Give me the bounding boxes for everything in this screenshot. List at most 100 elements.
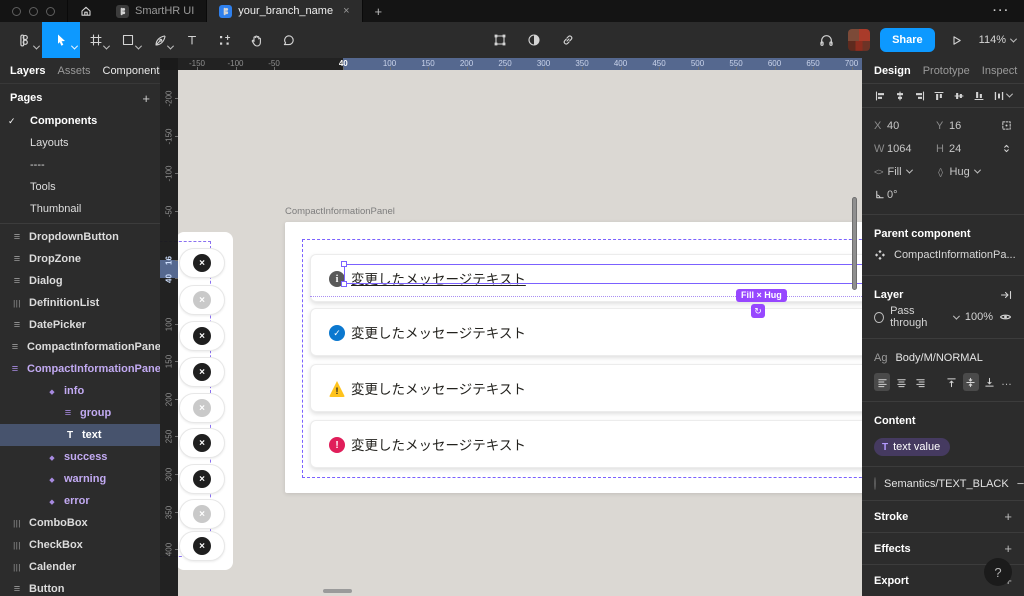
- maximize-window-button[interactable]: [46, 7, 55, 16]
- rotation-input[interactable]: 0°: [887, 189, 936, 201]
- autolayout-toggle[interactable]: ↻: [751, 304, 765, 318]
- present-button[interactable]: [945, 28, 969, 52]
- frame-tool-button[interactable]: [80, 22, 112, 58]
- blend-mode-dropdown[interactable]: Pass through: [890, 305, 948, 329]
- message-text[interactable]: 変更したメッセージテキスト: [351, 322, 526, 342]
- layer-row[interactable]: CompactInformationPanel: [0, 336, 160, 358]
- pen-tool-button[interactable]: [144, 22, 176, 58]
- canvas-vertical-scrollbar[interactable]: [852, 197, 857, 290]
- type-settings-button[interactable]: …: [1001, 376, 1012, 388]
- layer-row[interactable]: Calender: [0, 556, 160, 578]
- layer-row[interactable]: warning: [0, 468, 160, 490]
- tab-prototype[interactable]: Prototype: [923, 65, 970, 77]
- create-link-button[interactable]: [556, 28, 580, 52]
- comment-tool-button[interactable]: [272, 22, 304, 58]
- message-card[interactable]: 変更したメッセージテキスト: [310, 420, 862, 468]
- close-window-button[interactable]: [12, 7, 21, 16]
- message-card[interactable]: 変更したメッセージテキスト: [310, 364, 862, 412]
- tab-assets[interactable]: Assets: [57, 65, 90, 77]
- layer-row[interactable]: CompactInformationPanel: [0, 358, 160, 380]
- layer-row[interactable]: DropZone: [0, 248, 160, 270]
- align-horizontal-center-button[interactable]: [894, 90, 906, 102]
- text-value-chip[interactable]: T text value: [874, 438, 950, 456]
- layer-row[interactable]: ComboBox: [0, 512, 160, 534]
- layer-row[interactable]: DropdownButton: [0, 226, 160, 248]
- zoom-menu[interactable]: 114%: [979, 34, 1016, 46]
- text-valign-middle-button[interactable]: [963, 373, 979, 391]
- align-right-button[interactable]: [914, 90, 926, 102]
- absolute-position-toggle[interactable]: [1001, 120, 1012, 131]
- message-card[interactable]: 変更したメッセージテキスト: [310, 308, 862, 356]
- align-left-button[interactable]: [874, 90, 886, 102]
- tab-inspect[interactable]: Inspect: [982, 65, 1017, 77]
- move-tool-button[interactable]: [42, 22, 80, 58]
- layer-row[interactable]: DatePicker: [0, 314, 160, 336]
- add-icon[interactable]: +: [1004, 509, 1012, 524]
- page-item[interactable]: ✓ Tools: [0, 176, 160, 198]
- layer-row[interactable]: info: [0, 380, 160, 402]
- user-avatar[interactable]: [848, 29, 870, 51]
- edit-object-button[interactable]: [488, 28, 512, 52]
- text-tool-button[interactable]: [176, 22, 208, 58]
- layer-row[interactable]: error: [0, 490, 160, 512]
- page-item[interactable]: ✓ Components: [0, 110, 160, 132]
- height-input[interactable]: 24: [949, 143, 998, 155]
- resources-tool-button[interactable]: [208, 22, 240, 58]
- parent-component-row[interactable]: CompactInformationPa...: [874, 243, 1012, 267]
- text-align-right-button[interactable]: [912, 373, 928, 391]
- text-valign-top-button[interactable]: [944, 373, 960, 391]
- file-tab[interactable]: SmartHR UI ×: [104, 0, 207, 22]
- share-button[interactable]: Share: [880, 28, 935, 52]
- new-tab-button[interactable]: +: [363, 0, 395, 22]
- text-align-center-button[interactable]: [893, 373, 909, 391]
- remove-fill-button[interactable]: −: [1017, 476, 1024, 491]
- width-input[interactable]: 1064: [887, 143, 936, 155]
- text-style-row[interactable]: Ag Body/M/NORMAL: [874, 347, 1012, 369]
- layer-row[interactable]: success: [0, 446, 160, 468]
- layer-row[interactable]: Button: [0, 578, 160, 596]
- horizontal-resizing-dropdown[interactable]: <> Fill: [874, 166, 936, 178]
- shape-tool-button[interactable]: [112, 22, 144, 58]
- message-text[interactable]: 変更したメッセージテキスト: [351, 378, 526, 398]
- selection-handle[interactable]: [341, 281, 347, 287]
- opacity-input[interactable]: 100%: [965, 311, 993, 323]
- distribute-button[interactable]: [993, 90, 1012, 102]
- tab-design[interactable]: Design: [874, 65, 911, 77]
- page-dropdown[interactable]: Components: [103, 65, 161, 77]
- text-valign-bottom-button[interactable]: [982, 373, 998, 391]
- help-button[interactable]: ?: [984, 558, 1012, 586]
- add-icon[interactable]: +: [1004, 541, 1012, 556]
- jump-to-layer-button[interactable]: [1000, 289, 1012, 301]
- vertical-resizing-dropdown[interactable]: <> Hug: [936, 166, 998, 178]
- main-menu-button[interactable]: [4, 22, 42, 58]
- message-text[interactable]: 変更したメッセージテキスト: [351, 434, 526, 454]
- color-swatch[interactable]: [874, 477, 876, 490]
- page-item[interactable]: ✓ Thumbnail: [0, 198, 160, 220]
- align-bottom-button[interactable]: [973, 90, 985, 102]
- layer-row[interactable]: CheckBox: [0, 534, 160, 556]
- tab-layers[interactable]: Layers: [10, 65, 45, 77]
- hand-tool-button[interactable]: [240, 22, 272, 58]
- constrain-proportions-toggle[interactable]: [1001, 143, 1012, 154]
- audio-call-button[interactable]: [814, 28, 838, 52]
- canvas-horizontal-scrollbar[interactable]: [323, 589, 352, 593]
- fill-style-row[interactable]: Semantics/TEXT_BLACK −: [862, 467, 1024, 501]
- layer-row[interactable]: group: [0, 402, 160, 424]
- selection-handle[interactable]: [341, 261, 347, 267]
- add-page-button[interactable]: +: [142, 91, 150, 106]
- align-top-button[interactable]: [933, 90, 945, 102]
- layer-row[interactable]: text: [0, 424, 160, 446]
- home-button[interactable]: [67, 0, 104, 22]
- close-tab-icon[interactable]: ×: [343, 5, 349, 17]
- x-input[interactable]: 40: [887, 120, 936, 132]
- text-align-left-button[interactable]: [874, 373, 890, 391]
- page-item[interactable]: ✓ Layouts: [0, 132, 160, 154]
- y-input[interactable]: 16: [949, 120, 998, 132]
- layer-row[interactable]: DefinitionList: [0, 292, 160, 314]
- more-options-icon[interactable]: ···: [979, 0, 1024, 22]
- minimize-window-button[interactable]: [29, 7, 38, 16]
- align-vertical-center-button[interactable]: [953, 90, 965, 102]
- visibility-toggle[interactable]: [999, 311, 1012, 323]
- use-as-mask-button[interactable]: [522, 28, 546, 52]
- layer-row[interactable]: Dialog: [0, 270, 160, 292]
